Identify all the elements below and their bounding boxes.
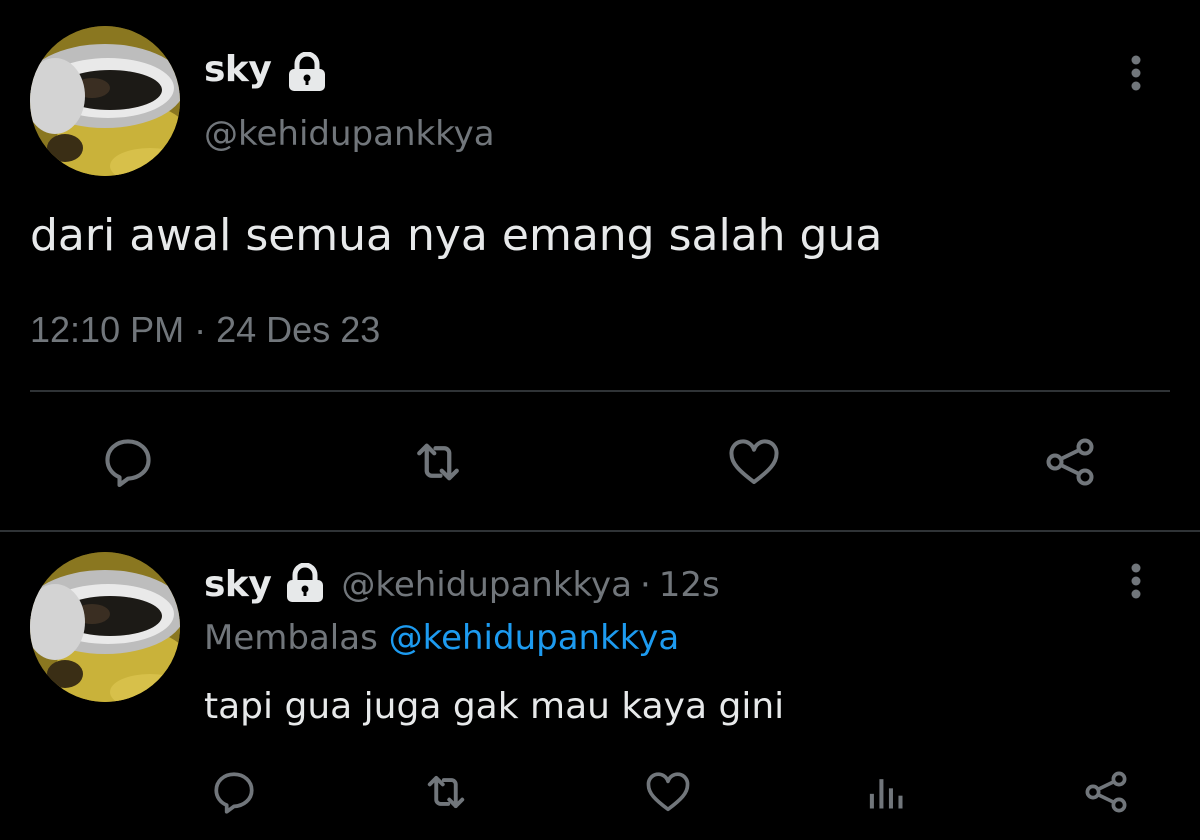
timestamp[interactable]: 12:10 PM · 24 Des 23 — [30, 306, 380, 354]
avatar[interactable] — [30, 26, 180, 176]
reply-more-button[interactable] — [1118, 558, 1154, 602]
reply-retweet-button[interactable] — [418, 764, 474, 820]
separator: · — [639, 565, 651, 605]
reply-age[interactable]: 12s — [659, 565, 720, 605]
retweet-icon — [427, 775, 465, 809]
reply-icon — [105, 439, 151, 488]
lock-icon — [285, 51, 329, 96]
divider — [30, 390, 1170, 392]
more-button[interactable] — [1118, 50, 1154, 94]
reply-header: sky @kehidupankkya · 12s — [204, 560, 720, 610]
separator: · — [194, 309, 207, 350]
replying-prefix: Membalas — [204, 618, 378, 658]
more-vertical-icon — [1131, 563, 1141, 599]
handle[interactable]: @kehidupankkya — [204, 112, 495, 156]
analytics-icon — [869, 779, 903, 809]
avatar-image — [30, 552, 180, 702]
reply-share-button[interactable] — [1078, 764, 1134, 820]
reply-reply-button[interactable] — [206, 764, 262, 820]
like-button[interactable] — [722, 430, 786, 494]
time: 12:10 PM — [30, 309, 185, 350]
reply-analytics-button[interactable] — [858, 764, 914, 820]
heart-icon — [646, 772, 690, 812]
display-name[interactable]: sky — [204, 48, 272, 92]
replying-to: Membalas @kehidupankkya — [204, 614, 679, 662]
heart-icon — [729, 439, 779, 484]
reply-like-button[interactable] — [640, 764, 696, 820]
replying-to-link[interactable]: @kehidupankkya — [389, 618, 680, 658]
avatar-image — [30, 26, 180, 176]
share-icon — [1085, 771, 1127, 813]
tweet-text: dari awal semua nya emang salah gua — [30, 210, 883, 261]
lock-icon — [283, 562, 327, 607]
retweet-icon — [417, 443, 459, 481]
reply-display-name[interactable]: sky — [204, 563, 272, 607]
share-icon — [1046, 438, 1094, 486]
reply-handle[interactable]: @kehidupankkya — [341, 565, 632, 605]
display-name-text: sky — [204, 49, 272, 90]
reply-icon — [214, 772, 254, 814]
more-vertical-icon — [1131, 55, 1141, 91]
retweet-button[interactable] — [406, 430, 470, 494]
tweet-separator — [0, 530, 1200, 532]
reply-button[interactable] — [96, 430, 160, 494]
reply-avatar[interactable] — [30, 552, 180, 702]
reply-text: tapi gua juga gak mau kaya gini — [204, 686, 785, 727]
share-button[interactable] — [1038, 430, 1102, 494]
date: 24 Des 23 — [216, 309, 381, 350]
